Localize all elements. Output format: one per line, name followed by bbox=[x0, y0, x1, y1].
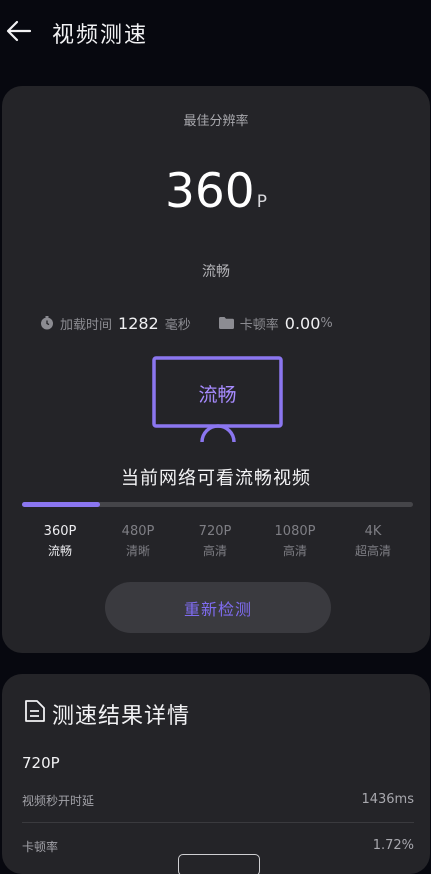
load-time-value: 1282 bbox=[118, 313, 159, 333]
level-360p: 360P 流畅 bbox=[20, 524, 100, 559]
level-480p: 480P 清晰 bbox=[98, 524, 178, 559]
level-quality: 高清 bbox=[282, 544, 307, 558]
detail-value: 1.72% bbox=[372, 838, 414, 853]
divider bbox=[22, 822, 414, 823]
speed-test-card: 最佳分辨率 360 P 流畅 加载时间 1282 毫秒 卡顿率 0.00% 流畅 … bbox=[2, 86, 430, 653]
level-resolution: 360P bbox=[43, 524, 77, 539]
level-resolution: 4K bbox=[364, 524, 382, 539]
level-quality: 流畅 bbox=[47, 544, 72, 558]
level-1080p: 1080P 高清 bbox=[255, 524, 335, 559]
best-resolution: 360 P bbox=[2, 168, 430, 215]
level-resolution: 720P bbox=[198, 524, 232, 539]
quality-levels: 360P 流畅 480P 清晰 720P 高清 1080P 高清 4K 超高清 bbox=[2, 524, 430, 564]
best-resolution-label: 最佳分辨率 bbox=[183, 114, 249, 129]
load-time-unit: 毫秒 bbox=[164, 317, 191, 333]
detail-label: 视频秒开时延 bbox=[22, 794, 95, 808]
quality-progress-bar bbox=[22, 502, 413, 507]
clock-icon bbox=[41, 316, 53, 330]
level-resolution: 1080P bbox=[274, 524, 316, 539]
network-description: 当前网络可看流畅视频 bbox=[121, 468, 311, 489]
stall-value: 0.00 bbox=[284, 313, 321, 333]
level-720p: 720P 高清 bbox=[175, 524, 255, 559]
detail-value: 1436ms bbox=[361, 792, 414, 807]
results-title: 测速结果详情 bbox=[52, 704, 191, 729]
level-quality: 清晰 bbox=[125, 544, 150, 558]
level-4k: 4K 超高清 bbox=[333, 524, 413, 559]
stats-row: 加载时间 1282 毫秒 卡顿率 0.00% bbox=[40, 312, 333, 334]
back-arrow-icon[interactable] bbox=[4, 18, 34, 44]
folder-icon bbox=[218, 317, 234, 329]
quality-label: 流畅 bbox=[202, 264, 230, 280]
stall-label: 卡顿率 bbox=[239, 317, 279, 333]
document-icon bbox=[25, 700, 45, 722]
header: 视频测速 bbox=[0, 0, 431, 62]
level-resolution: 480P bbox=[121, 524, 155, 539]
page-title: 视频测速 bbox=[52, 23, 149, 48]
detail-row: 视频秒开时延 1436ms bbox=[22, 792, 414, 820]
tv-quality-label: 流畅 bbox=[198, 384, 237, 406]
results-detail-card: 测速结果详情 720P 视频秒开时延 1436ms 卡顿率 1.72% bbox=[2, 674, 430, 874]
retest-button[interactable]: 重新检测 bbox=[105, 582, 331, 633]
load-time-label: 加载时间 bbox=[60, 317, 113, 333]
detail-label: 卡顿率 bbox=[22, 840, 59, 854]
level-quality: 超高清 bbox=[354, 544, 391, 558]
stall-unit: % bbox=[320, 315, 333, 331]
level-quality: 高清 bbox=[202, 544, 227, 558]
resolution-value: 360 bbox=[165, 164, 255, 219]
floating-box bbox=[178, 854, 260, 874]
resolution-unit: P bbox=[256, 192, 267, 212]
progress-fill bbox=[22, 502, 101, 507]
results-resolution: 720P bbox=[22, 754, 60, 772]
